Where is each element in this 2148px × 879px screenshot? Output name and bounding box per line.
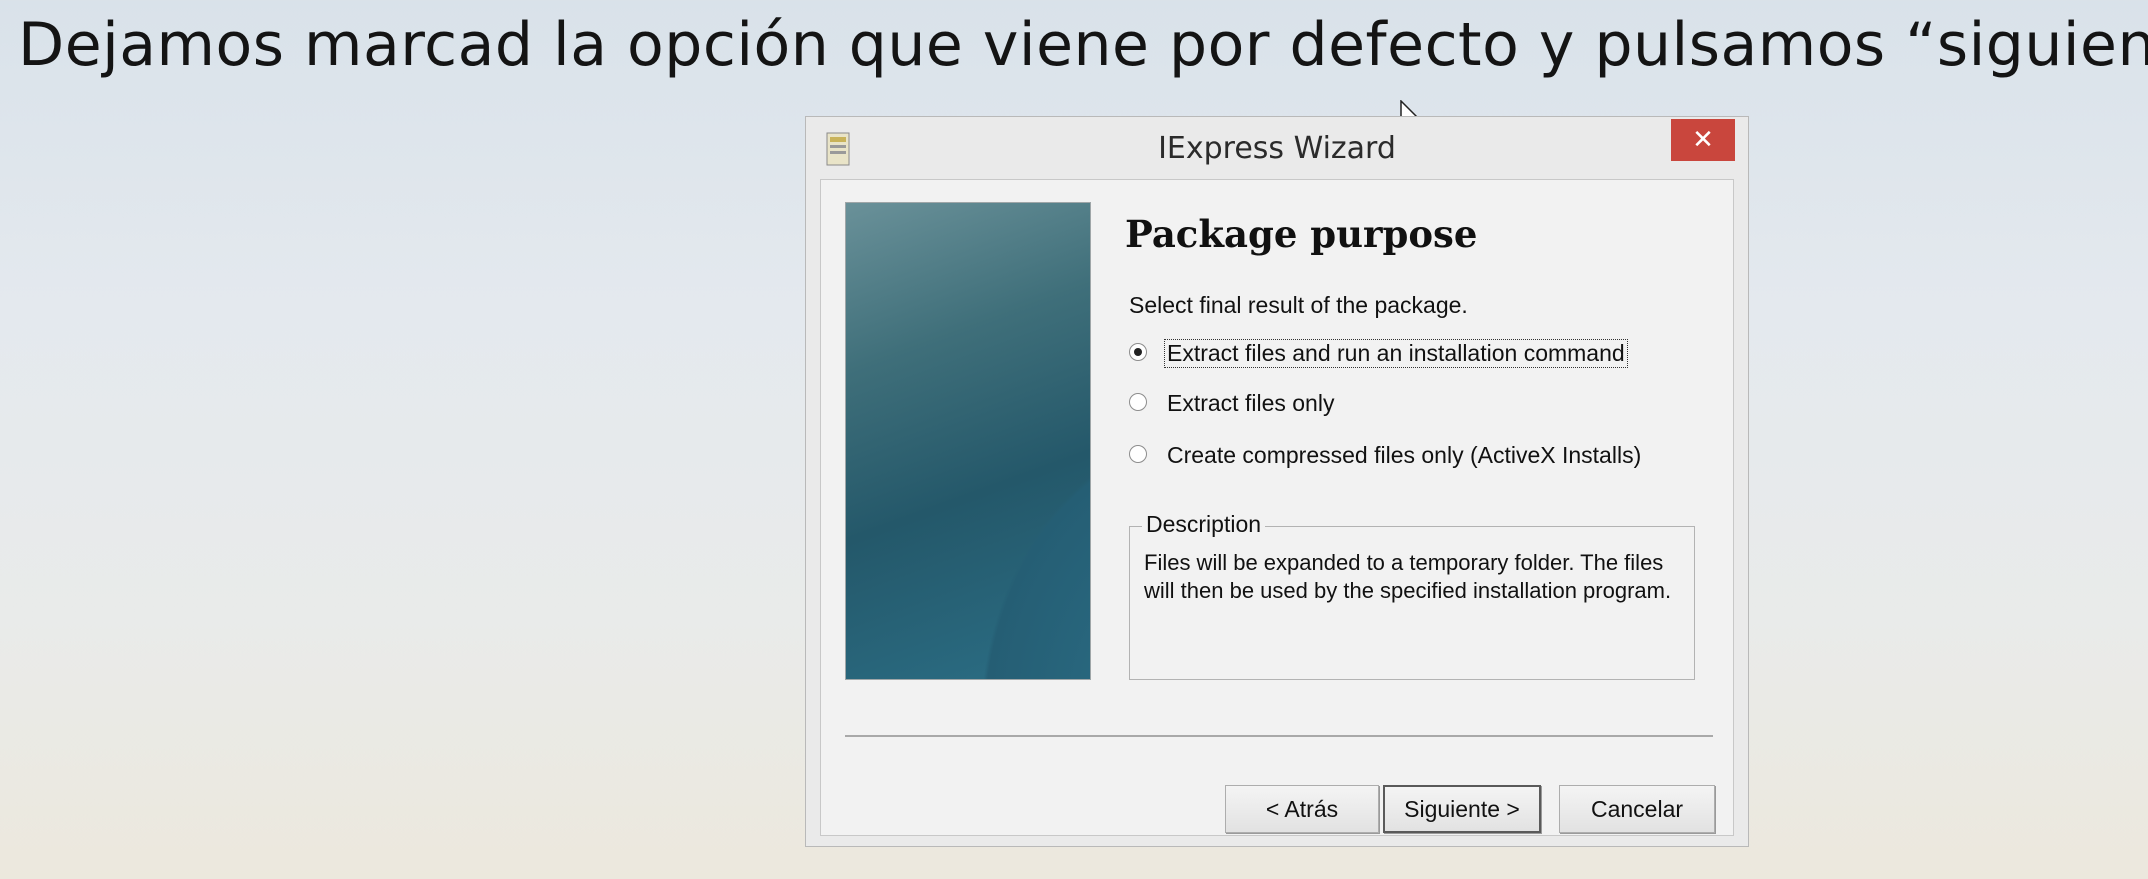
back-button[interactable]: < Atrás [1225,785,1379,833]
instruction-text: Select final result of the package. [1129,292,1468,318]
description-legend: Description [1142,511,1266,538]
radio-button-icon[interactable] [1129,393,1147,411]
description-text: Files will be expanded to a temporary fo… [1144,550,1672,603]
wizard-client-area: Package purpose Select final result of t… [820,179,1734,836]
cancel-button[interactable]: Cancelar [1559,785,1715,833]
radio-label[interactable]: Extract files and run an installation co… [1164,339,1628,368]
close-button[interactable]: ✕ [1671,119,1735,161]
radio-button-icon[interactable] [1129,343,1147,361]
wizard-banner-image [845,202,1091,680]
radio-label[interactable]: Extract files only [1165,390,1336,417]
title-bar: IExpress Wizard ✕ [806,117,1748,179]
next-button[interactable]: Siguiente > [1383,785,1541,833]
iexpress-wizard-window: IExpress Wizard ✕ Package purpose Select… [805,116,1749,847]
slide-caption: Dejamos marcad la opción que viene por d… [18,10,2148,80]
radio-selected-dot [1134,348,1142,356]
page-heading: Package purpose [1125,212,1478,256]
radio-button-icon[interactable] [1129,445,1147,463]
separator-line [845,735,1713,737]
window-title: IExpress Wizard [1158,131,1396,166]
radio-label[interactable]: Create compressed files only (ActiveX In… [1165,442,1643,469]
description-groupbox: Description Files will be expanded to a … [1129,511,1695,680]
